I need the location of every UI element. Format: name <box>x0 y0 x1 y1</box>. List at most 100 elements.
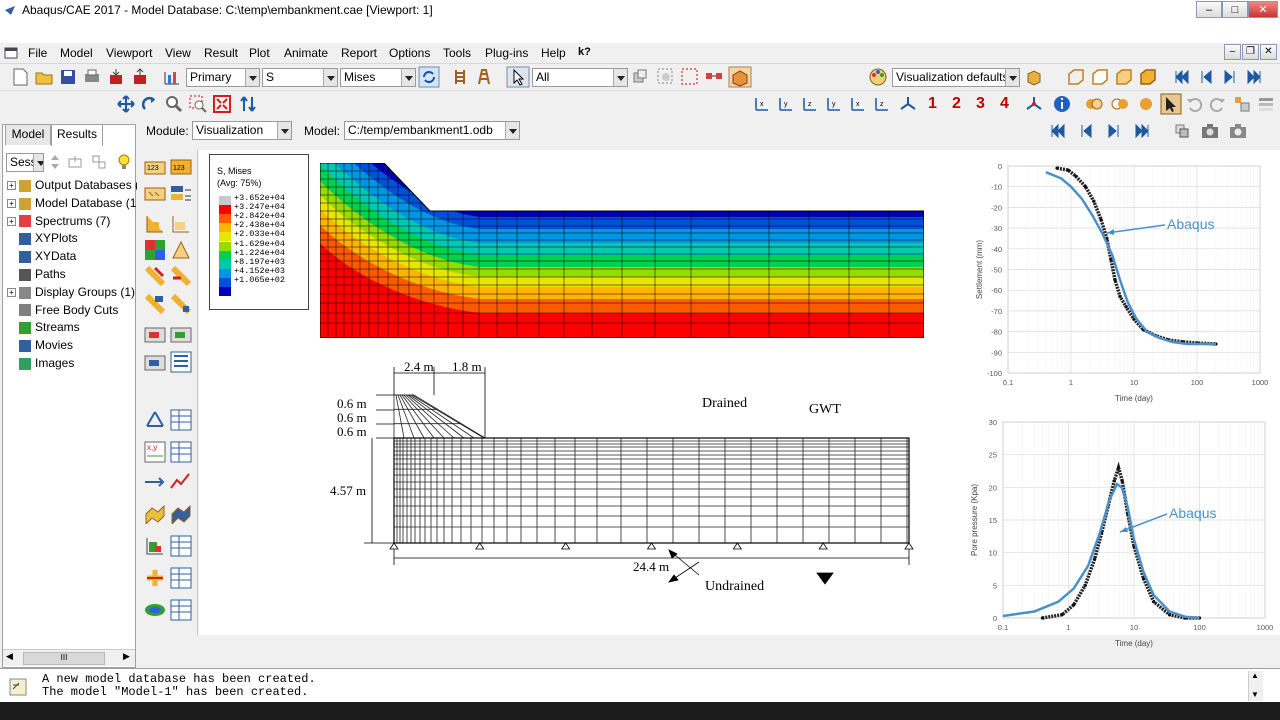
message-tab-icon[interactable] <box>8 677 28 697</box>
filled-icon[interactable] <box>1114 67 1134 87</box>
view-xy-icon[interactable]: x <box>752 94 772 114</box>
close-button[interactable]: ✕ <box>1248 1 1278 18</box>
menu-options[interactable]: Options <box>389 46 430 60</box>
tab-model[interactable]: Model <box>5 124 51 145</box>
movie-camera-icon[interactable] <box>1228 121 1248 141</box>
render-style-icon[interactable] <box>1024 67 1044 87</box>
display-group-icon[interactable] <box>1232 94 1252 114</box>
free-body-options-icon[interactable] <box>169 500 193 524</box>
stream-icon[interactable] <box>143 598 167 622</box>
activate-cut-icon[interactable] <box>143 566 167 590</box>
print-icon[interactable] <box>82 67 102 87</box>
part-instance-icon[interactable] <box>728 66 752 88</box>
palette-icon[interactable] <box>868 67 888 87</box>
view-zx-icon[interactable]: x <box>848 94 868 114</box>
tab-results[interactable]: Results <box>51 124 103 146</box>
sub-minimize-button[interactable]: – <box>1224 44 1241 60</box>
anim-next-icon[interactable] <box>1104 121 1124 141</box>
scroll-down-icon[interactable]: ▼ <box>1251 690 1259 699</box>
select-box-icon[interactable] <box>656 67 676 87</box>
pointer-tool-icon[interactable] <box>1160 93 1182 115</box>
output-position-combo[interactable]: Primary <box>186 68 260 87</box>
query-info-icon[interactable] <box>1052 94 1072 114</box>
box-zoom-icon[interactable] <box>188 94 208 114</box>
tree-item[interactable]: Free Body Cuts <box>7 302 118 319</box>
view-xz-icon[interactable]: z <box>872 94 892 114</box>
viewport-menu-icon[interactable] <box>4 46 18 60</box>
view-zy-icon[interactable]: y <box>824 94 844 114</box>
visualization-defaults-combo[interactable]: Visualization defaults <box>892 68 1020 87</box>
first-frame-icon[interactable] <box>1172 67 1192 87</box>
next-frame-icon[interactable] <box>1220 67 1240 87</box>
color-code-icon[interactable] <box>1110 94 1130 114</box>
tree-group-icon[interactable] <box>91 154 107 170</box>
field-output-icon[interactable] <box>162 67 182 87</box>
scroll-thumb[interactable]: III <box>23 652 105 665</box>
new-file-icon[interactable] <box>10 67 30 87</box>
odb-import-icon[interactable] <box>106 67 126 87</box>
expand-icon[interactable]: + <box>7 181 16 191</box>
model-combo[interactable]: C:/temp/embankment1.odb <box>344 121 520 140</box>
tree-item[interactable]: + Display Groups (1) <box>7 284 135 301</box>
view-yx-icon[interactable]: y <box>776 94 796 114</box>
animate-time-icon[interactable] <box>143 350 167 374</box>
tip-lightbulb-icon[interactable] <box>115 153 133 171</box>
create-xy-data-icon[interactable] <box>143 408 167 432</box>
module-combo[interactable]: Visualization <box>192 121 292 140</box>
allow-multiple-plot-icon[interactable] <box>143 292 167 316</box>
select-region-icon[interactable] <box>680 67 700 87</box>
ply-stack-icon[interactable] <box>474 67 494 87</box>
tree-filter-icon[interactable] <box>67 154 83 170</box>
cycle-views-icon[interactable] <box>238 94 258 114</box>
magnify-icon[interactable] <box>164 94 184 114</box>
previous-frame-icon[interactable] <box>1196 67 1216 87</box>
selection-options-icon[interactable] <box>630 67 650 87</box>
saved-view-4-button[interactable]: 4 <box>1000 95 1009 113</box>
menu-viewport[interactable]: Viewport <box>106 46 152 60</box>
plot-undeformed-icon[interactable]: 123 <box>143 154 167 178</box>
expand-icon[interactable]: + <box>7 199 16 209</box>
odb-frame-icon[interactable] <box>1172 121 1192 141</box>
menu-tools[interactable]: Tools <box>443 46 471 60</box>
open-folder-icon[interactable] <box>34 67 54 87</box>
select-network-icon[interactable] <box>704 67 724 87</box>
animate-harmonic-icon[interactable] <box>169 322 193 346</box>
scroll-left-icon[interactable]: ◀ <box>6 651 13 662</box>
xy-data-manager-icon[interactable] <box>169 408 193 432</box>
tree-item[interactable]: XYPlots <box>7 230 78 247</box>
refresh-field-icon[interactable] <box>418 66 440 88</box>
selection-filter-combo[interactable]: All <box>532 68 628 87</box>
view-cut-manager-icon[interactable] <box>169 534 193 558</box>
stream-manager-icon[interactable] <box>169 598 193 622</box>
scroll-up-icon[interactable]: ▲ <box>1251 671 1259 680</box>
plot-deformed-icon[interactable]: 123 <box>169 154 193 178</box>
anim-first-icon[interactable] <box>1048 121 1068 141</box>
tree-item[interactable]: Images <box>7 355 74 372</box>
superimpose-options-icon[interactable] <box>169 292 193 316</box>
tree-item[interactable]: Movies <box>7 337 73 354</box>
menu-help[interactable]: Help <box>541 46 566 60</box>
xy-plot-options-icon[interactable] <box>169 440 193 464</box>
last-frame-icon[interactable] <box>1244 67 1264 87</box>
menu-report[interactable]: Report <box>341 46 377 60</box>
select-cursor-icon[interactable] <box>506 66 530 88</box>
translucency-icon[interactable] <box>1084 94 1104 114</box>
menu-model[interactable]: Model <box>60 46 93 60</box>
menu-view[interactable]: View <box>165 46 191 60</box>
menu-animate[interactable]: Animate <box>284 46 328 60</box>
anim-last-icon[interactable] <box>1132 121 1152 141</box>
redo-icon[interactable] <box>1208 94 1228 114</box>
expand-icon[interactable]: + <box>7 216 16 226</box>
pan-icon[interactable] <box>116 94 136 114</box>
expand-icon[interactable]: + <box>7 288 16 298</box>
animation-options-icon[interactable] <box>169 350 193 374</box>
view-yz-icon[interactable]: z <box>800 94 820 114</box>
tree-item[interactable]: + Output Databases ( <box>7 177 139 194</box>
plot-symbols-icon[interactable] <box>169 182 193 206</box>
render-sphere-icon[interactable] <box>1136 94 1156 114</box>
contour-options-icon[interactable] <box>143 238 167 262</box>
tree-item[interactable]: + Model Database (1 <box>7 195 136 212</box>
undo-icon[interactable] <box>1184 94 1204 114</box>
variable-combo[interactable]: S <box>262 68 338 87</box>
anim-previous-icon[interactable] <box>1076 121 1096 141</box>
